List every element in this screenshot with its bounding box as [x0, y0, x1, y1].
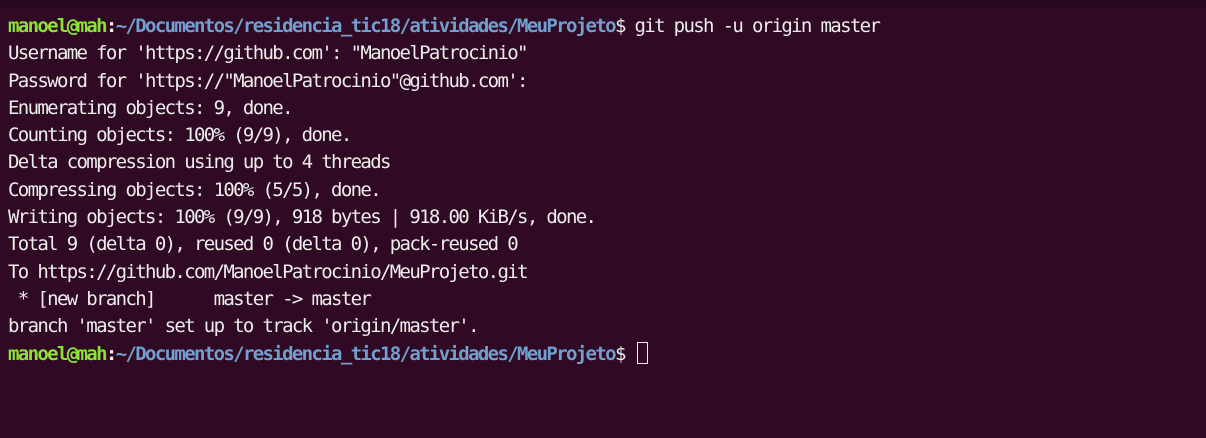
text-cursor[interactable] [636, 341, 648, 364]
output-line: Compressing objects: 100% (5/5), done. [8, 178, 382, 201]
output-line: Password for 'https://"ManoelPatrocinio"… [8, 69, 528, 92]
output-line: Username for 'https://github.com': "Mano… [8, 42, 528, 65]
prompt-symbol: $ [614, 342, 626, 365]
prompt-user-host: manoel@mah [8, 15, 108, 37]
prompt-path: ~/Documentos/residencia_tic18/atividades… [115, 342, 617, 365]
terminal-window[interactable]: manoel@mah:~/Documentos/residencia_tic18… [0, 0, 1206, 438]
terminal-top-edge [0, 0, 1206, 8]
output-line: Writing objects: 100% (9/9), 918 bytes |… [8, 206, 597, 229]
prompt-colon: : [105, 342, 117, 365]
terminal-output: manoel@mah:~/Documentos/residencia_tic18… [8, 13, 881, 368]
output-line: branch 'master' set up to track 'origin/… [8, 315, 480, 338]
prompt-user-host: manoel@mah [8, 342, 108, 365]
prompt-path: ~/Documentos/residencia_tic18/atividades… [115, 15, 617, 37]
output-line: Counting objects: 100% (9/9), done. [8, 124, 352, 147]
command-text: git push -u origin master [624, 15, 881, 37]
output-line: To https://github.com/ManoelPatrocinio/M… [8, 260, 528, 283]
prompt-colon: : [105, 15, 117, 37]
prompt-line[interactable]: manoel@mah:~/Documentos/residencia_tic18… [8, 341, 879, 368]
command-line: manoel@mah:~/Documentos/residencia_tic18… [8, 13, 881, 40]
output-line: Enumerating objects: 9, done. [8, 96, 294, 119]
output-line: Delta compression using up to 4 threads [8, 151, 391, 174]
output-line: Total 9 (delta 0), reused 0 (delta 0), p… [8, 233, 519, 256]
output-line: * [new branch] master -> master [8, 287, 372, 310]
prompt-symbol: $ [614, 15, 626, 37]
